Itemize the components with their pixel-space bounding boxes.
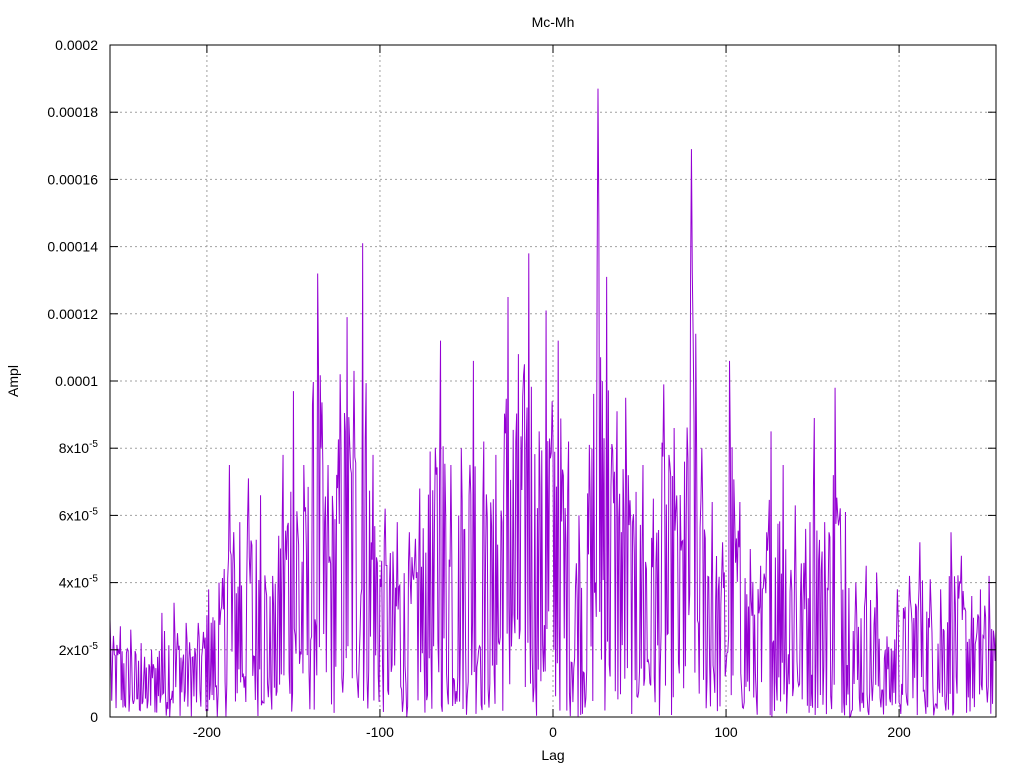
y-tick-label: 0.0001: [55, 373, 98, 389]
y-tick-label-base: 8x10: [59, 440, 90, 456]
y-tick-label: 0.00018: [47, 104, 98, 120]
x-tick-label: 100: [714, 724, 738, 740]
y-tick-label-exponent: -5: [89, 506, 98, 517]
x-tick-label: -200: [193, 724, 221, 740]
y-tick-label: 0.00016: [47, 171, 98, 187]
y-tick-label: 0.00014: [47, 239, 98, 255]
y-tick-label-exponent: -5: [89, 439, 98, 450]
chart-title: Mc-Mh: [532, 14, 575, 30]
y-tick-label-base: 2x10: [59, 642, 90, 658]
y-tick-label: 0.0002: [55, 37, 98, 53]
y-tick-label: 0: [90, 709, 98, 725]
y-axis-title: Ampl: [5, 365, 21, 397]
chart: -200 -100 0 100 200 02x10-54x10-56x10-58x10-…: [0, 0, 1024, 768]
y-tick-label-base: 6x10: [59, 507, 90, 523]
x-tick-label: 200: [887, 724, 911, 740]
y-tick-label-base: 4x10: [59, 575, 90, 591]
y-tick-label: 0.00012: [47, 306, 98, 322]
x-tick-label: 0: [549, 724, 557, 740]
y-tick-label-exponent: -5: [89, 641, 98, 652]
x-axis-title: Lag: [541, 747, 564, 763]
x-tick-label: -100: [366, 724, 394, 740]
y-tick-label-exponent: -5: [89, 574, 98, 585]
